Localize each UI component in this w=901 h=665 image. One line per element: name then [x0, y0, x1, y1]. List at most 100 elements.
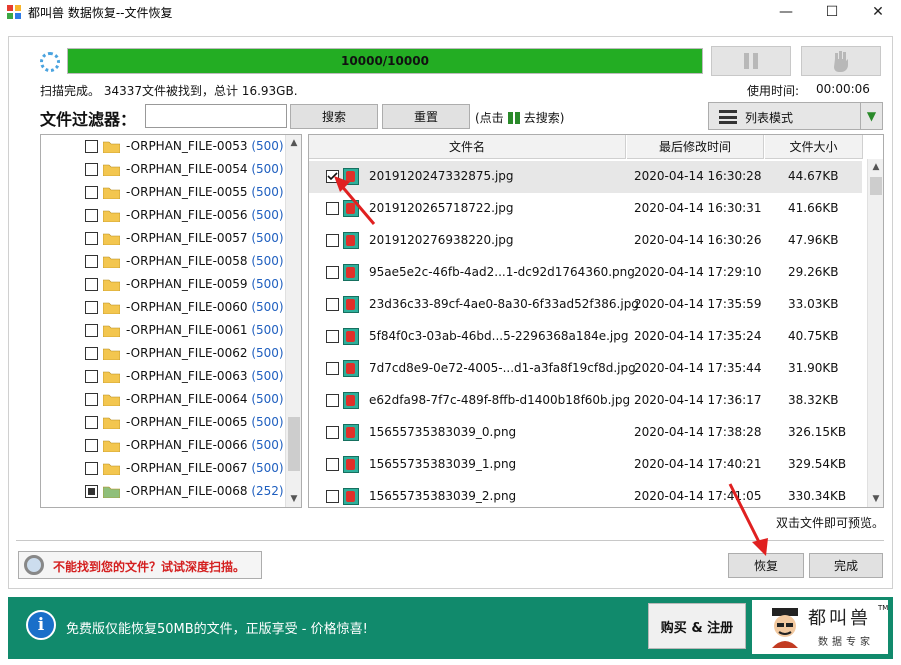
- pause-button[interactable]: [711, 46, 791, 76]
- chevron-down-icon[interactable]: ▼: [860, 103, 882, 129]
- file-checkbox[interactable]: [326, 426, 339, 439]
- tree-item[interactable]: -ORPHAN_FILE-0061 (500): [41, 319, 285, 342]
- table-row[interactable]: 15655735383039_2.png 2020-04-14 17:41:05 3…: [309, 481, 862, 507]
- table-row[interactable]: 7d7cd8e9-0e72-4005-...d1-a3fa8f19cf8d.jp…: [309, 353, 862, 385]
- tree-item[interactable]: -ORPHAN_FILE-0066 (500): [41, 434, 285, 457]
- column-header-name[interactable]: 文件名: [309, 135, 626, 159]
- folder-name: -ORPHAN_FILE-0060: [126, 300, 248, 314]
- scroll-thumb[interactable]: [288, 417, 300, 471]
- tree-item-checkbox[interactable]: [85, 209, 98, 222]
- folder-count: (500): [251, 461, 284, 475]
- image-file-icon: [343, 200, 359, 217]
- file-checkbox[interactable]: [326, 266, 339, 279]
- file-checkbox[interactable]: [326, 170, 339, 183]
- recover-button[interactable]: 恢复: [728, 553, 804, 578]
- tree-item[interactable]: -ORPHAN_FILE-0055 (500): [41, 181, 285, 204]
- file-list[interactable]: 文件名 最后修改时间 文件大小 2019120247332875.jpg 2020…: [308, 134, 884, 508]
- scroll-thumb[interactable]: [870, 177, 882, 195]
- tree-item[interactable]: -ORPHAN_FILE-0062 (500): [41, 342, 285, 365]
- list-scrollbar[interactable]: ▲ ▼: [867, 159, 883, 507]
- table-row[interactable]: 15655735383039_0.png 2020-04-14 17:38:28 3…: [309, 417, 862, 449]
- tree-item-checkbox[interactable]: [85, 186, 98, 199]
- image-file-icon: [343, 296, 359, 313]
- file-name: 5f84f0c3-03ab-46bd...5-2296368a184e.jpg: [369, 329, 629, 343]
- search-button[interactable]: 搜索: [290, 104, 378, 129]
- folder-count: (500): [251, 369, 284, 383]
- tree-item[interactable]: -ORPHAN_FILE-0065 (500): [41, 411, 285, 434]
- filter-input[interactable]: [145, 104, 287, 128]
- column-header-modified[interactable]: 最后修改时间: [627, 135, 764, 159]
- tree-item-checkbox[interactable]: [85, 163, 98, 176]
- buy-register-button[interactable]: 购买 & 注册: [648, 603, 746, 649]
- file-checkbox[interactable]: [326, 202, 339, 215]
- view-mode-dropdown[interactable]: 列表模式 ▼: [708, 102, 883, 130]
- table-row[interactable]: 95ae5e2c-46fb-4ad2...1-dc92d1764360.png 2…: [309, 257, 862, 289]
- scroll-up-icon[interactable]: ▲: [868, 159, 883, 175]
- deep-scan-button[interactable]: 不能找到您的文件？试试深度扫描。: [18, 551, 262, 579]
- tree-item-checkbox[interactable]: [85, 439, 98, 452]
- tree-item-checkbox[interactable]: [85, 278, 98, 291]
- close-button[interactable]: ✕: [855, 0, 901, 24]
- maximize-button[interactable]: ☐: [809, 0, 855, 24]
- tree-scrollbar[interactable]: ▲ ▼: [285, 135, 301, 507]
- file-checkbox[interactable]: [326, 394, 339, 407]
- tree-item-checkbox[interactable]: [85, 140, 98, 153]
- tree-item[interactable]: -ORPHAN_FILE-0053 (500): [41, 135, 285, 158]
- tree-item-checkbox[interactable]: [85, 301, 98, 314]
- tree-item[interactable]: -ORPHAN_FILE-0057 (500): [41, 227, 285, 250]
- table-row[interactable]: 15655735383039_1.png 2020-04-14 17:40:21 3…: [309, 449, 862, 481]
- tree-item-checkbox[interactable]: [85, 370, 98, 383]
- tree-item-checkbox[interactable]: [85, 347, 98, 360]
- tree-item-checkbox[interactable]: [85, 393, 98, 406]
- tree-item[interactable]: -ORPHAN_FILE-0067 (500): [41, 457, 285, 480]
- table-row[interactable]: 23d36c33-89cf-4ae0-8a30-6f33ad52f386.jpg…: [309, 289, 862, 321]
- tree-item-checkbox[interactable]: [85, 232, 98, 245]
- tree-item-checkbox[interactable]: [85, 255, 98, 268]
- file-checkbox[interactable]: [326, 362, 339, 375]
- file-checkbox[interactable]: [326, 234, 339, 247]
- finish-button[interactable]: 完成: [809, 553, 883, 578]
- tree-item[interactable]: -ORPHAN_FILE-0063 (500): [41, 365, 285, 388]
- tree-item[interactable]: -ORPHAN_FILE-0059 (500): [41, 273, 285, 296]
- scroll-up-icon[interactable]: ▲: [286, 135, 301, 151]
- folder-count: (500): [251, 162, 284, 176]
- tree-item[interactable]: -ORPHAN_FILE-0068 (252): [41, 480, 285, 503]
- stop-button[interactable]: [801, 46, 881, 76]
- scroll-down-icon[interactable]: ▼: [868, 491, 883, 507]
- folder-icon: [103, 141, 120, 153]
- reset-button[interactable]: 重置: [382, 104, 470, 129]
- tree-item[interactable]: -ORPHAN_FILE-0054 (500): [41, 158, 285, 181]
- file-checkbox[interactable]: [326, 458, 339, 471]
- tree-item-checkbox[interactable]: [85, 485, 98, 498]
- table-row[interactable]: 2019120276938220.jpg 2020-04-14 16:30:26 4…: [309, 225, 862, 257]
- folder-tree[interactable]: -ORPHAN_FILE-0053 (500) -ORPHAN_FILE-0054…: [40, 134, 302, 508]
- table-row[interactable]: 5f84f0c3-03ab-46bd...5-2296368a184e.jpg 2…: [309, 321, 862, 353]
- table-row[interactable]: e62dfa98-7f7c-489f-8ffb-d1400b18f60b.jpg…: [309, 385, 862, 417]
- pause-icon: [744, 53, 758, 69]
- folder-count: (500): [251, 231, 284, 245]
- column-header-size[interactable]: 文件大小: [765, 135, 863, 159]
- table-row[interactable]: 2019120265718722.jpg 2020-04-14 16:30:31 4…: [309, 193, 862, 225]
- image-file-icon: [343, 360, 359, 377]
- tree-item[interactable]: -ORPHAN_FILE-0058 (500): [41, 250, 285, 273]
- file-checkbox[interactable]: [326, 330, 339, 343]
- tree-item[interactable]: -ORPHAN_FILE-0056 (500): [41, 204, 285, 227]
- preview-hint: 双击文件即可预览。: [776, 516, 885, 530]
- minimize-button[interactable]: —: [763, 0, 809, 24]
- folder-name: -ORPHAN_FILE-0058: [126, 254, 248, 268]
- file-checkbox[interactable]: [326, 490, 339, 503]
- scan-progress-bar: 10000/10000: [67, 48, 703, 74]
- tree-item-checkbox[interactable]: [85, 324, 98, 337]
- tree-item-label: -ORPHAN_FILE-0061 (500): [126, 323, 284, 337]
- folder-icon: [103, 302, 120, 314]
- scroll-down-icon[interactable]: ▼: [286, 491, 301, 507]
- tree-item[interactable]: -ORPHAN_FILE-0060 (500): [41, 296, 285, 319]
- folder-name: -ORPHAN_FILE-0063: [126, 369, 248, 383]
- tree-item-checkbox[interactable]: [85, 416, 98, 429]
- file-modified: 2020-04-14 17:35:59: [634, 297, 762, 311]
- table-row[interactable]: 2019120247332875.jpg 2020-04-14 16:30:28 4…: [309, 161, 862, 193]
- folder-icon: [103, 371, 120, 383]
- tree-item[interactable]: -ORPHAN_FILE-0064 (500): [41, 388, 285, 411]
- file-checkbox[interactable]: [326, 298, 339, 311]
- tree-item-checkbox[interactable]: [85, 462, 98, 475]
